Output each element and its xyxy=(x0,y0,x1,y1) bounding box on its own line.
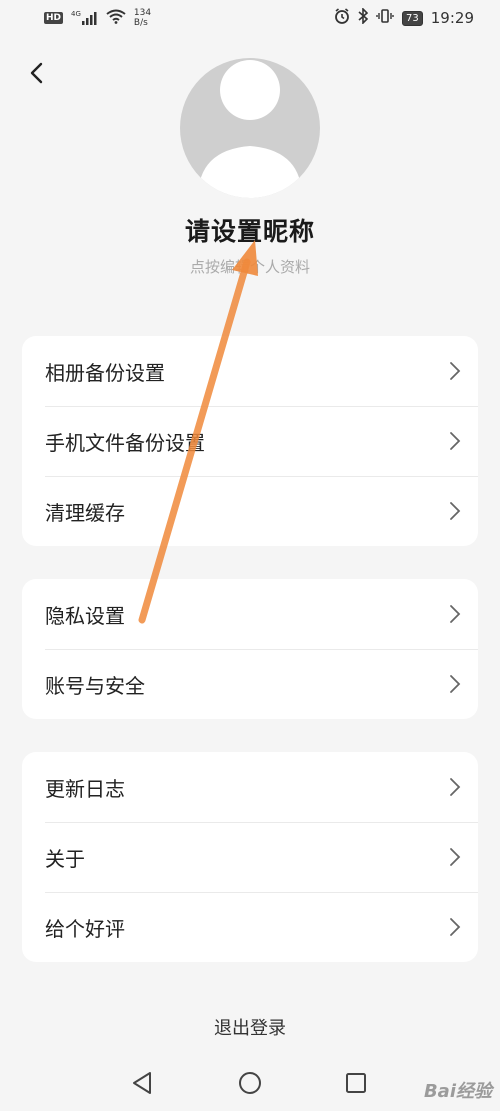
cell-signal-icon: 4G xyxy=(71,11,98,25)
bluetooth-icon xyxy=(358,7,369,28)
settings-group-about: 更新日志 关于 给个好评 xyxy=(22,752,478,962)
edit-profile-hint[interactable]: 点按编辑个人资料 xyxy=(0,256,500,277)
system-home-button[interactable] xyxy=(236,1069,264,1097)
hd-badge: HD xyxy=(44,12,64,24)
chevron-right-icon xyxy=(450,502,461,520)
settings-item-label: 账号与安全 xyxy=(45,673,145,698)
settings-item-clear-cache[interactable]: 清理缓存 xyxy=(22,476,478,546)
settings-item-about[interactable]: 关于 xyxy=(22,822,478,892)
watermark: Bai经验 xyxy=(423,1081,492,1102)
wifi-icon xyxy=(106,9,126,28)
settings-item-label: 相册备份设置 xyxy=(45,360,165,385)
triangle-back-icon xyxy=(133,1072,151,1094)
nickname[interactable]: 请设置昵称 xyxy=(0,212,500,248)
chevron-right-icon xyxy=(450,675,461,693)
settings-group-backup: 相册备份设置 手机文件备份设置 清理缓存 xyxy=(22,336,478,546)
circle-home-icon xyxy=(239,1072,261,1094)
settings-item-label: 手机文件备份设置 xyxy=(45,430,205,455)
alarm-icon xyxy=(334,8,350,28)
chevron-right-icon xyxy=(450,778,461,796)
settings-item-file-backup[interactable]: 手机文件备份设置 xyxy=(22,406,478,476)
status-left: HD 4G 134 B/s xyxy=(44,8,151,28)
settings-group-privacy: 隐私设置 账号与安全 xyxy=(22,579,478,719)
status-bar: HD 4G 134 B/s 73 19:29 xyxy=(0,0,500,36)
system-recents-button[interactable] xyxy=(342,1069,370,1097)
vibrate-icon xyxy=(376,8,394,28)
clock: 19:29 xyxy=(430,9,474,27)
settings-item-label: 更新日志 xyxy=(45,776,125,801)
settings-item-label: 清理缓存 xyxy=(45,500,125,525)
status-right: 73 19:29 xyxy=(334,7,474,28)
user-silhouette-icon xyxy=(198,60,302,198)
settings-item-label: 隐私设置 xyxy=(45,603,125,628)
chevron-right-icon xyxy=(450,605,461,623)
chevron-right-icon xyxy=(450,432,461,450)
settings-item-account-security[interactable]: 账号与安全 xyxy=(22,649,478,719)
chevron-right-icon xyxy=(450,918,461,936)
network-speed-unit: B/s xyxy=(133,18,148,28)
chevron-right-icon xyxy=(450,362,461,380)
settings-item-rate-app[interactable]: 给个好评 xyxy=(22,892,478,962)
network-speed: 134 B/s xyxy=(134,8,151,28)
signal-tag: 4G xyxy=(71,10,81,18)
settings-item-privacy[interactable]: 隐私设置 xyxy=(22,579,478,649)
logout-button[interactable]: 退出登录 xyxy=(0,1014,500,1040)
system-back-button[interactable] xyxy=(129,1069,157,1097)
battery-indicator: 73 xyxy=(402,10,423,26)
settings-item-label: 关于 xyxy=(45,846,85,871)
chevron-right-icon xyxy=(450,848,461,866)
settings-item-album-backup[interactable]: 相册备份设置 xyxy=(22,336,478,406)
avatar[interactable] xyxy=(180,58,320,198)
square-recents-icon xyxy=(346,1073,366,1093)
network-speed-value: 134 xyxy=(133,8,152,18)
settings-item-label: 给个好评 xyxy=(45,916,125,941)
settings-item-changelog[interactable]: 更新日志 xyxy=(22,752,478,822)
